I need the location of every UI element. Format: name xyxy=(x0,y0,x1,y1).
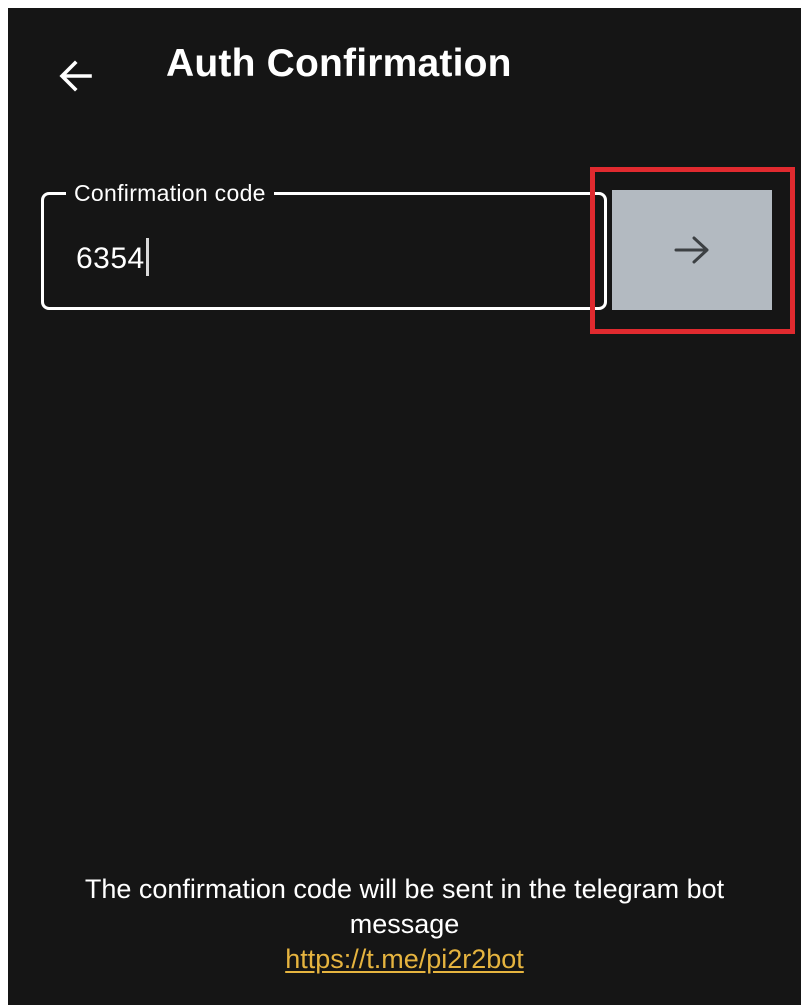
confirmation-code-field[interactable]: Confirmation code 6354 xyxy=(41,178,607,310)
footer-message: The confirmation code will be sent in th… xyxy=(84,874,725,939)
text-cursor xyxy=(145,238,149,276)
confirmation-code-input[interactable]: 6354 xyxy=(76,238,149,278)
footer: The confirmation code will be sent in th… xyxy=(8,872,801,977)
back-button[interactable] xyxy=(48,48,104,104)
confirmation-code-label: Confirmation code xyxy=(66,178,274,208)
confirmation-code-value: 6354 xyxy=(76,242,145,275)
highlight-box xyxy=(590,167,795,334)
arrow-left-icon xyxy=(59,60,92,92)
page-title: Auth Confirmation xyxy=(166,42,512,85)
auth-confirmation-screen: Auth Confirmation Confirmation code 6354… xyxy=(8,8,801,1005)
telegram-bot-link[interactable]: https://t.me/pi2r2bot xyxy=(8,942,801,977)
